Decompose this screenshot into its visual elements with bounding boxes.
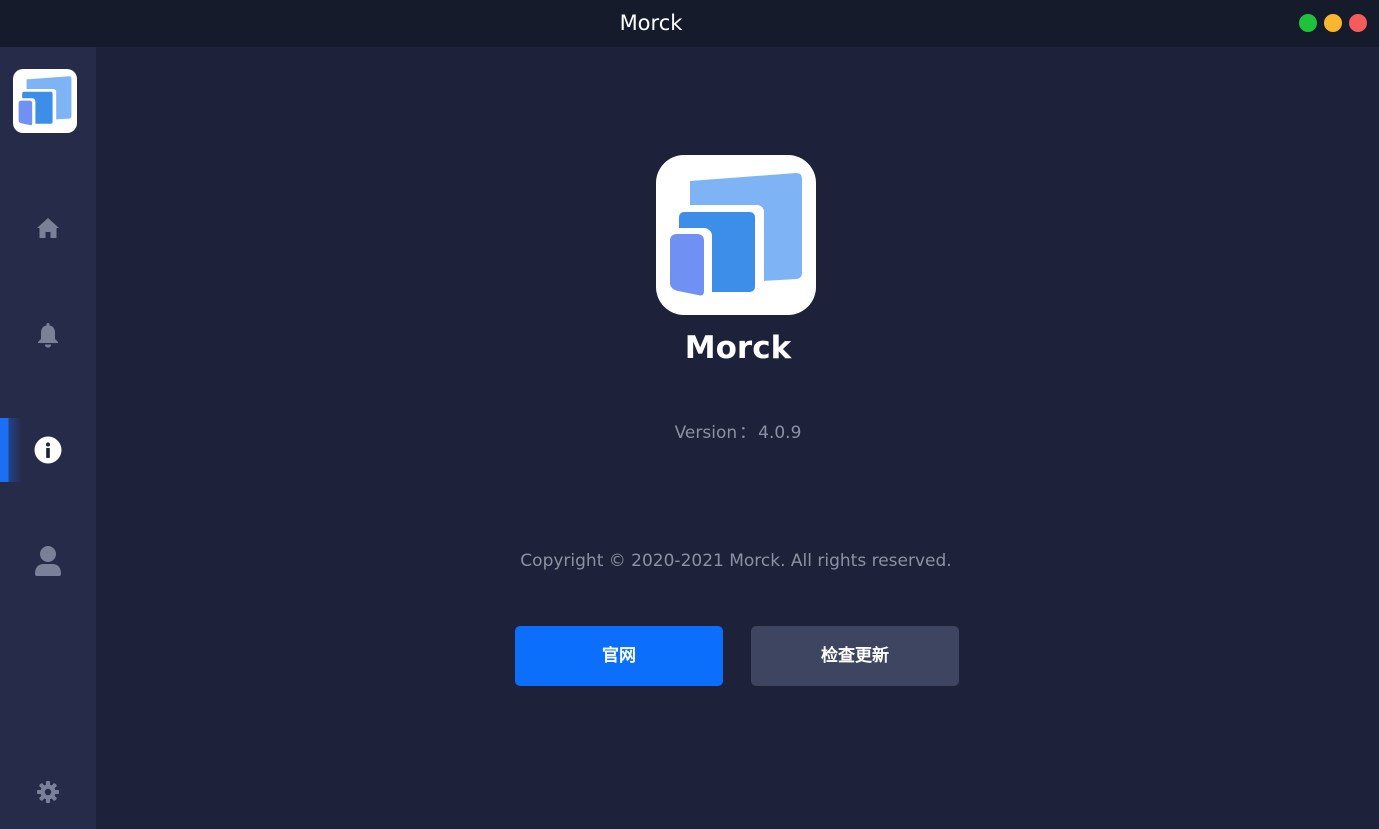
morck-logo-icon	[666, 173, 802, 299]
nav-home[interactable]	[0, 196, 96, 260]
maximize-button[interactable]	[1299, 14, 1317, 32]
app-logo-large	[656, 155, 816, 315]
copyright-text: Copyright © 2020-2021 Morck. All rights …	[520, 551, 952, 571]
version-value: 4.0.9	[758, 423, 802, 443]
version-text: Version： 4.0.9	[588, 421, 888, 445]
nav-about[interactable]	[0, 418, 96, 482]
sidebar	[0, 47, 96, 829]
website-button[interactable]: 官网	[515, 626, 723, 686]
info-icon	[34, 436, 62, 464]
home-icon	[37, 218, 59, 238]
version-label: Version	[674, 423, 738, 443]
app-logo	[13, 69, 77, 133]
check-update-button[interactable]: 检查更新	[751, 626, 959, 686]
bell-icon	[38, 323, 58, 348]
nav-account[interactable]	[0, 529, 96, 593]
active-indicator	[0, 418, 22, 482]
minimize-button[interactable]	[1324, 14, 1342, 32]
user-icon	[35, 546, 61, 576]
version-separator: ：	[739, 423, 757, 443]
morck-logo-icon	[17, 76, 72, 127]
app-name: Morck	[684, 330, 792, 366]
window-title: Morck	[619, 11, 683, 35]
gear-icon	[37, 781, 59, 803]
close-button[interactable]	[1349, 14, 1367, 32]
title-bar: Morck	[0, 0, 1379, 47]
nav-notifications[interactable]	[0, 303, 96, 367]
nav-settings[interactable]	[0, 760, 96, 824]
